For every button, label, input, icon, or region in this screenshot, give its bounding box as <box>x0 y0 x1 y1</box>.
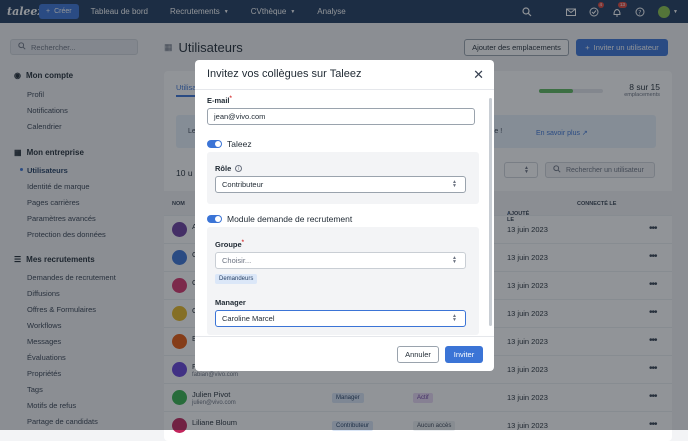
role-value: Contributeur <box>222 180 264 189</box>
email-value: jean@vivo.com <box>214 112 266 121</box>
group-label-text: Groupe <box>215 240 242 249</box>
invite-modal: Invitez vos collègues sur Taleez ✕ E-mai… <box>195 60 494 371</box>
role-label: Rôle i <box>215 164 243 173</box>
modal-title: Invitez vos collègues sur Taleez <box>207 68 362 80</box>
modal-scrollbar[interactable] <box>489 98 492 326</box>
group-chip[interactable]: Demandeurs <box>215 274 258 284</box>
chevron-updown-icon: ▲ ▼ <box>452 255 457 265</box>
manager-value: Caroline Marcel <box>222 314 275 323</box>
email-field[interactable]: jean@vivo.com <box>207 108 475 125</box>
group-label: Groupe* <box>215 240 244 249</box>
divider <box>195 336 494 337</box>
taleez-toggle[interactable] <box>207 140 222 148</box>
required-marker: * <box>229 96 232 102</box>
chevron-updown-icon: ▲ ▼ <box>452 179 457 189</box>
taleez-toggle-label: Taleez <box>227 139 252 149</box>
role-label-text: Rôle <box>215 164 232 173</box>
manager-label: Manager <box>215 298 246 307</box>
cancel-button[interactable]: Annuler <box>397 346 439 363</box>
recruitment-module-toggle[interactable] <box>207 215 222 223</box>
required-marker: * <box>241 240 245 246</box>
email-label-text: E-mail <box>207 96 230 105</box>
group-placeholder: Choisir... <box>222 256 252 265</box>
close-icon[interactable]: ✕ <box>473 67 484 83</box>
manager-select[interactable]: Caroline Marcel ▲ ▼ <box>215 310 466 327</box>
role-select[interactable]: Contributeur ▲ ▼ <box>215 176 466 193</box>
invite-button[interactable]: Inviter <box>445 346 483 363</box>
group-select[interactable]: Choisir... ▲ ▼ <box>215 252 466 269</box>
recruitment-module-label: Module demande de recrutement <box>227 214 353 224</box>
info-icon[interactable]: i <box>235 165 243 172</box>
modal-body: E-mail* jean@vivo.com Taleez Rôle i Contr… <box>195 90 494 336</box>
chevron-updown-icon: ▲ ▼ <box>452 313 457 323</box>
email-label: E-mail* <box>207 96 232 105</box>
